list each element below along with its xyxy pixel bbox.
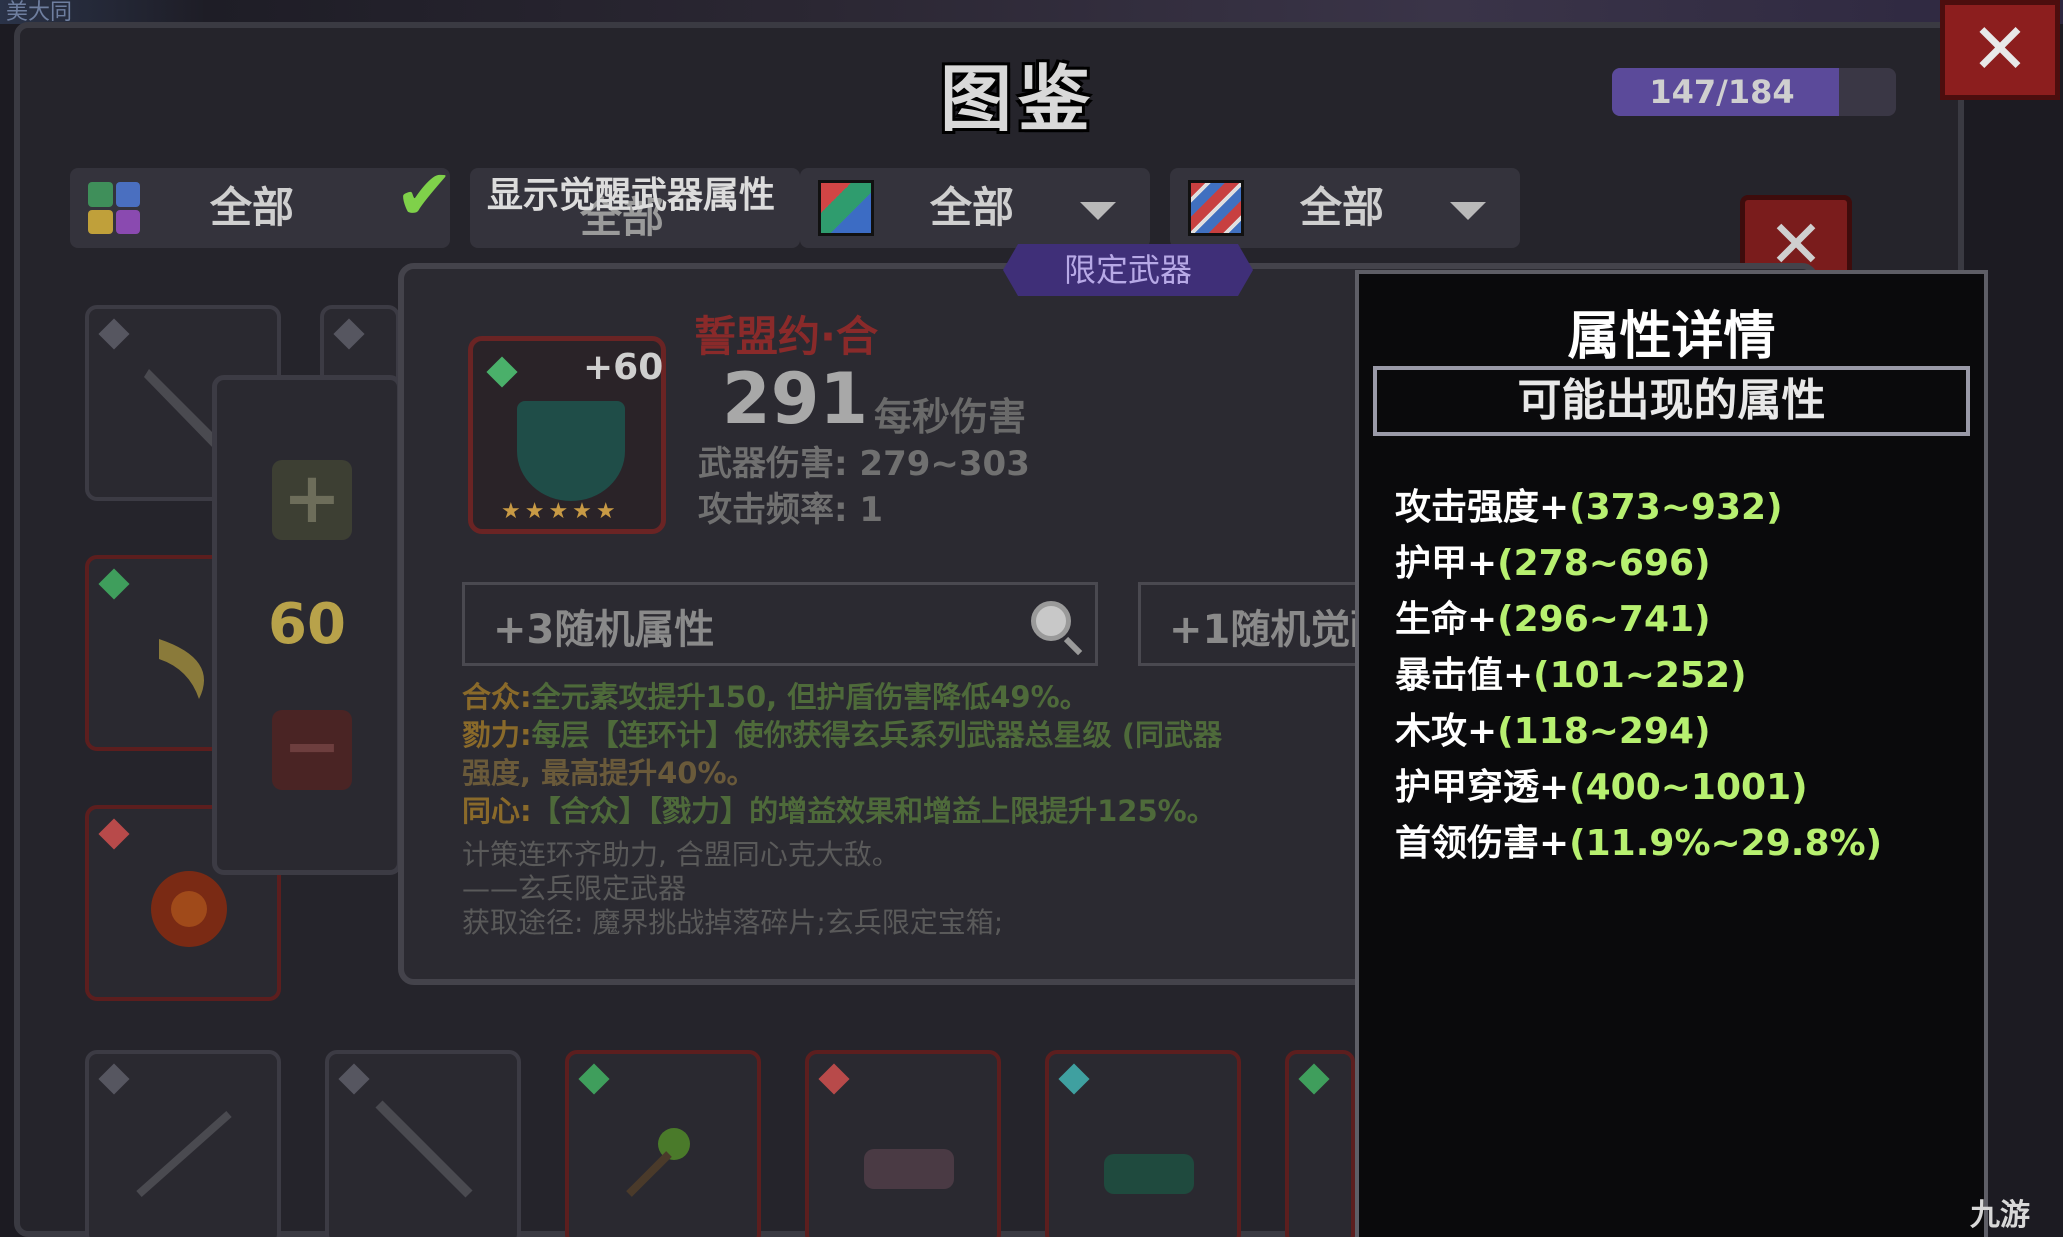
weapon-name: 誓盟约·合: [694, 312, 878, 361]
weapon-slot[interactable]: [325, 1050, 521, 1237]
gem-icon: [98, 1063, 130, 1095]
element-color-icon: [818, 180, 874, 236]
awaken-toggle-label: 显示觉醒武器属性: [487, 175, 776, 216]
decrease-level-button[interactable]: −: [272, 710, 352, 790]
spear-icon: [375, 1100, 473, 1198]
random-awaken-box[interactable]: +1随机觉醒: [1138, 582, 1378, 666]
gem-icon: [333, 318, 365, 350]
weapon-damage: 武器伤害: 279~303: [698, 444, 1030, 484]
quality-stripe-icon: [1188, 180, 1244, 236]
collection-progress-bar: 147/184: [1612, 68, 1896, 116]
level-value: 60: [268, 592, 346, 657]
weapon-slot[interactable]: [805, 1050, 1001, 1237]
possible-attributes-title: 可能出现的属性: [1517, 375, 1826, 426]
gem-icon: [98, 568, 130, 600]
chevron-down-icon: [1080, 202, 1116, 220]
weapon-slot[interactable]: [85, 1050, 281, 1237]
random-awaken-label: +1随机觉醒: [1169, 607, 1378, 653]
close-codex-button[interactable]: ✕: [1940, 0, 2060, 100]
quality-filter-dropdown[interactable]: 全部: [1170, 168, 1520, 248]
level-adjust-panel: + 60 −: [212, 375, 402, 875]
banner-weapon-icon: [517, 401, 625, 501]
lore-line: 计策连环齐助力, 合盟同心克大敌。: [462, 838, 900, 871]
category-grid-icon: [88, 182, 140, 234]
gem-icon: [338, 1063, 370, 1095]
weapon-slot[interactable]: [1045, 1050, 1241, 1237]
awaken-attribute-toggle[interactable]: ✔ 显示觉醒武器属性: [395, 150, 815, 240]
attribute-row: 攻击强度+(373~932): [1395, 487, 1783, 528]
cannon-icon: [864, 1149, 954, 1189]
random-attribute-label: +3随机属性: [493, 607, 715, 653]
dps-label: 每秒伤害: [874, 395, 1027, 439]
gem-icon: [486, 356, 518, 388]
weapon-slot[interactable]: [565, 1050, 761, 1237]
gem-icon: [1058, 1063, 1090, 1095]
game-screen: 美大同 图鉴 147/184 ✕ 全部 全部 全部 全部 ✔ 显示觉醒武器属性 …: [0, 0, 2063, 1237]
weapon-level-badge: +60: [583, 347, 664, 388]
increase-level-button[interactable]: +: [272, 460, 352, 540]
category-filter-dropdown[interactable]: 全部: [70, 168, 450, 248]
checkmark-icon: ✔: [395, 154, 454, 236]
lore-line: 获取途径: 魔界挑战掉落碎片;玄兵限定宝箱;: [462, 906, 1004, 939]
element-filter-label: 全部: [930, 183, 1015, 232]
element-filter-dropdown[interactable]: 全部: [800, 168, 1150, 248]
gem-icon: [578, 1063, 610, 1095]
attribute-row: 暴击值+(101~252): [1395, 655, 1747, 696]
lore-line: ——玄兵限定武器: [462, 872, 687, 905]
limited-weapon-tag: 限定武器: [1003, 244, 1253, 296]
collection-progress-text: 147/184: [1649, 73, 1795, 111]
background-top-strip: 美大同: [0, 0, 2063, 25]
dragon-gun-icon: [1104, 1154, 1194, 1194]
page-title: 图鉴: [940, 57, 1097, 141]
watermark-logo: 九游: [1970, 1198, 2030, 1233]
attribute-detail-title: 属性详情: [1567, 307, 1776, 367]
gem-icon: [98, 818, 130, 850]
weapon-slot[interactable]: [1285, 1050, 1355, 1237]
gem-icon: [98, 318, 130, 350]
weapon-portrait: +60 ★★★★★: [468, 336, 666, 534]
attribute-row: 护甲穿透+(400~1001): [1395, 767, 1808, 808]
chevron-down-icon: [1450, 202, 1486, 220]
attribute-detail-popup: 属性详情 可能出现的属性 攻击强度+(373~932) 护甲+(278~696)…: [1355, 270, 1988, 1237]
gem-icon: [1298, 1063, 1330, 1095]
gem-icon: [818, 1063, 850, 1095]
attack-rate: 攻击频率: 1: [698, 490, 884, 530]
orb-staff-icon: [626, 1128, 690, 1197]
dps-value: 291: [722, 358, 869, 440]
arrow-icon: [136, 1111, 232, 1197]
magnifier-icon[interactable]: [1031, 601, 1071, 641]
weapon-lore: 计策连环齐助力, 合盟同心克大敌。 ——玄兵限定武器 获取途径: 魔界挑战掉落碎…: [462, 838, 1003, 940]
possible-attributes-header: 可能出现的属性: [1373, 366, 1970, 436]
attribute-row: 生命+(296~741): [1395, 599, 1711, 640]
quality-filter-label: 全部: [1300, 183, 1385, 232]
attribute-row: 木攻+(118~294): [1395, 711, 1711, 752]
star-rating-icon: ★★★★★: [501, 499, 620, 524]
attribute-row: 首领伤害+(11.9%~29.8%): [1395, 823, 1883, 864]
attribute-row: 护甲+(278~696): [1395, 543, 1711, 584]
category-filter-label: 全部: [210, 183, 295, 232]
random-attribute-box[interactable]: +3随机属性: [462, 582, 1098, 666]
